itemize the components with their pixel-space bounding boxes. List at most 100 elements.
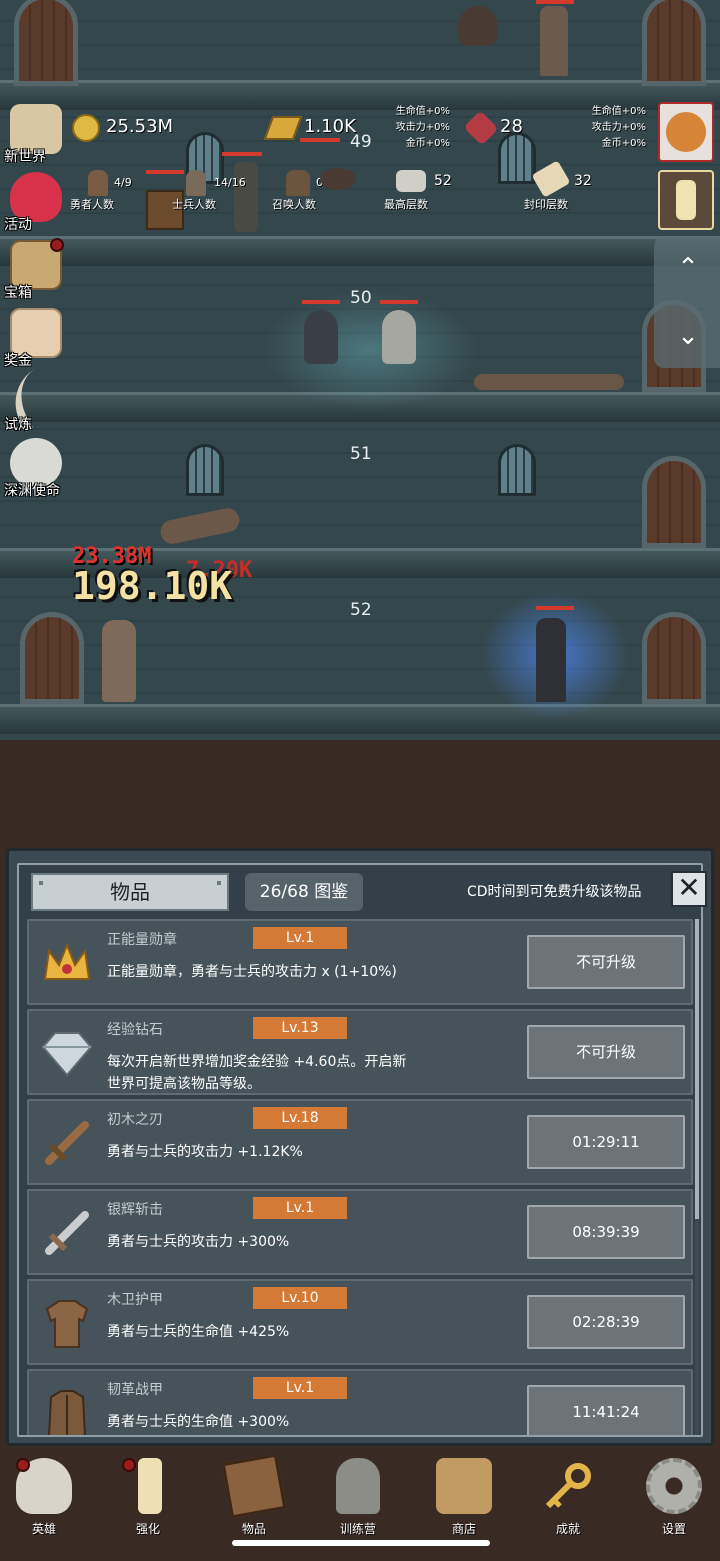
upgrade-button[interactable]: 不可升级	[527, 1025, 685, 1079]
items-panel-inner: 物品 26/68 图鉴 CD时间到可免费升级该物品 ✕ 正能量勋章 Lv.1 正…	[17, 863, 707, 1437]
upgrade-button[interactable]: 不可升级	[527, 935, 685, 989]
upgrade-timer-button[interactable]: 08:39:39	[527, 1205, 685, 1259]
summon-count-icon	[286, 170, 310, 196]
event-button[interactable]: 活动	[4, 170, 68, 234]
collection-count[interactable]: 26/68 图鉴	[245, 873, 363, 911]
nav-label: 成就	[555, 1522, 580, 1536]
item-row: 木卫护甲 Lv.10 勇者与士兵的生命值 +425% 02:28:39	[27, 1279, 693, 1365]
gold-bar-icon	[263, 116, 303, 140]
skeleton-mage-enemy[interactable]	[536, 618, 566, 702]
gem-amount: 28	[500, 116, 523, 137]
floor-ledge	[0, 236, 720, 266]
pumpkin-icon	[666, 112, 706, 152]
dungeon-door	[642, 0, 706, 86]
upgrade-timer-button[interactable]: 02:28:39	[527, 1295, 685, 1349]
gear-icon	[646, 1458, 702, 1514]
hero-count: 4/9	[114, 176, 132, 189]
nav-settings[interactable]: 设置	[634, 1454, 714, 1536]
scroll-down-button[interactable]: ⌄	[672, 320, 704, 352]
summon-count-label: 召唤人数	[272, 198, 316, 211]
sealed-floor-label: 封印层数	[524, 198, 568, 211]
new-world-button[interactable]: 新世界	[4, 102, 68, 166]
diamond-icon	[39, 1025, 95, 1081]
damage-number-big: 198.10K	[72, 564, 233, 608]
dungeon-scene: 49 50 51 52 7.20K 23.38M 198.10K 25.53M …	[0, 0, 720, 740]
item-name: 木卫护甲	[107, 1292, 163, 1308]
lantern-icon	[336, 1458, 380, 1514]
ghost-enemy[interactable]	[382, 310, 416, 364]
zombie-enemy[interactable]	[540, 6, 568, 76]
items-panel: 物品 26/68 图鉴 CD时间到可免费升级该物品 ✕ 正能量勋章 Lv.1 正…	[6, 848, 714, 1446]
side-menu-label: 宝箱	[4, 285, 32, 301]
floor-number: 52	[350, 600, 372, 620]
upgrade-timer-button[interactable]: 01:29:11	[527, 1115, 685, 1169]
nav-achievements[interactable]: 成就	[528, 1454, 608, 1536]
list-scrollbar[interactable]	[695, 919, 699, 1435]
wooden-armor-icon	[39, 1295, 95, 1351]
item-row: 韧革战甲 Lv.1 勇者与士兵的生命值 +300% 11:41:24	[27, 1369, 693, 1435]
floor-scroll-panel: ⌃ ⌄	[654, 236, 720, 368]
close-button[interactable]: ✕	[671, 871, 707, 907]
hero-count-label: 勇者人数	[70, 198, 114, 211]
dungeon-door	[20, 612, 84, 704]
item-list[interactable]: 正能量勋章 Lv.1 正能量勋章，勇者与士兵的攻击力 x (1+10%) 不可升…	[27, 919, 693, 1435]
item-level-badge: Lv.1	[253, 927, 347, 949]
panel-title: 物品	[31, 873, 229, 911]
bat-enemy[interactable]	[458, 6, 498, 46]
nav-training-camp[interactable]: 训练营	[318, 1454, 398, 1536]
home-indicator	[232, 1540, 490, 1546]
scroll-icon	[531, 160, 571, 198]
key-icon	[540, 1458, 596, 1514]
nav-enhance[interactable]: 强化	[108, 1454, 188, 1536]
wall-window	[498, 444, 536, 496]
item-description: 勇者与士兵的生命值 +425%	[107, 1324, 290, 1340]
item-description: 每次开启新世界增加奖金经验 +4.60点。开启新世界可提高该物品等级。	[107, 1054, 407, 1092]
nav-label: 物品	[241, 1522, 266, 1536]
abyss-mission-button[interactable]: 深渊使命	[4, 436, 68, 500]
item-description: 勇者与士兵的生命值 +300%	[107, 1414, 290, 1430]
pumpkin-button[interactable]	[658, 102, 714, 162]
nav-items[interactable]: 物品	[214, 1453, 294, 1536]
skeleton-enemy[interactable]	[234, 162, 258, 232]
notification-dot	[50, 238, 64, 252]
silver-sword-icon	[39, 1205, 95, 1261]
wizard-hero[interactable]	[102, 620, 136, 702]
floor-number: 50	[350, 288, 372, 308]
treasure-chest-button[interactable]: 宝箱	[4, 238, 68, 302]
max-floor: 52	[434, 173, 452, 189]
bat-enemy[interactable]	[320, 168, 356, 190]
gold-bar-amount: 1.10K	[304, 116, 356, 137]
item-row: 经验钻石 Lv.13 每次开启新世界增加奖金经验 +4.60点。开启新世界可提高…	[27, 1009, 693, 1095]
enemy-hp-bar	[380, 300, 418, 304]
soldier-count-label: 士兵人数	[172, 198, 216, 211]
candle-button[interactable]	[658, 170, 714, 230]
gold-coin-icon	[72, 114, 100, 142]
item-level-badge: Lv.1	[253, 1197, 347, 1219]
bonus-stats: 生命值+0% 攻击力+0% 金币+0%	[591, 106, 646, 149]
wraith-enemy[interactable]	[304, 310, 338, 364]
nav-shop[interactable]: 商店	[424, 1454, 504, 1536]
item-name: 正能量勋章	[107, 932, 177, 948]
nav-label: 英雄	[31, 1522, 56, 1536]
wooden-sword-icon	[39, 1115, 95, 1171]
soldier-count-icon	[186, 170, 206, 196]
nav-label: 训练营	[339, 1522, 376, 1536]
panel-hint: CD时间到可免费升级该物品	[467, 884, 642, 900]
item-description: 勇者与士兵的攻击力 +300%	[107, 1234, 290, 1250]
side-menu-label: 新世界	[4, 149, 46, 165]
item-level-badge: Lv.18	[253, 1107, 347, 1129]
scroll-up-button[interactable]: ⌃	[672, 252, 704, 284]
bonus-button[interactable]: 奖金	[4, 306, 68, 370]
wall-window	[186, 444, 224, 496]
flying-corpse	[158, 505, 242, 547]
side-menu-label: 试炼	[4, 417, 32, 433]
nav-label: 商店	[451, 1522, 476, 1536]
trial-button[interactable]: 试炼	[0, 362, 72, 434]
item-name: 韧革战甲	[107, 1382, 163, 1398]
upgrade-timer-button[interactable]: 11:41:24	[527, 1385, 685, 1435]
scrollbar-thumb[interactable]	[695, 919, 699, 1219]
nav-heroes[interactable]: 英雄	[4, 1454, 84, 1536]
item-level-badge: Lv.10	[253, 1287, 347, 1309]
light-glow	[260, 290, 480, 410]
item-name: 经验钻石	[107, 1022, 163, 1038]
